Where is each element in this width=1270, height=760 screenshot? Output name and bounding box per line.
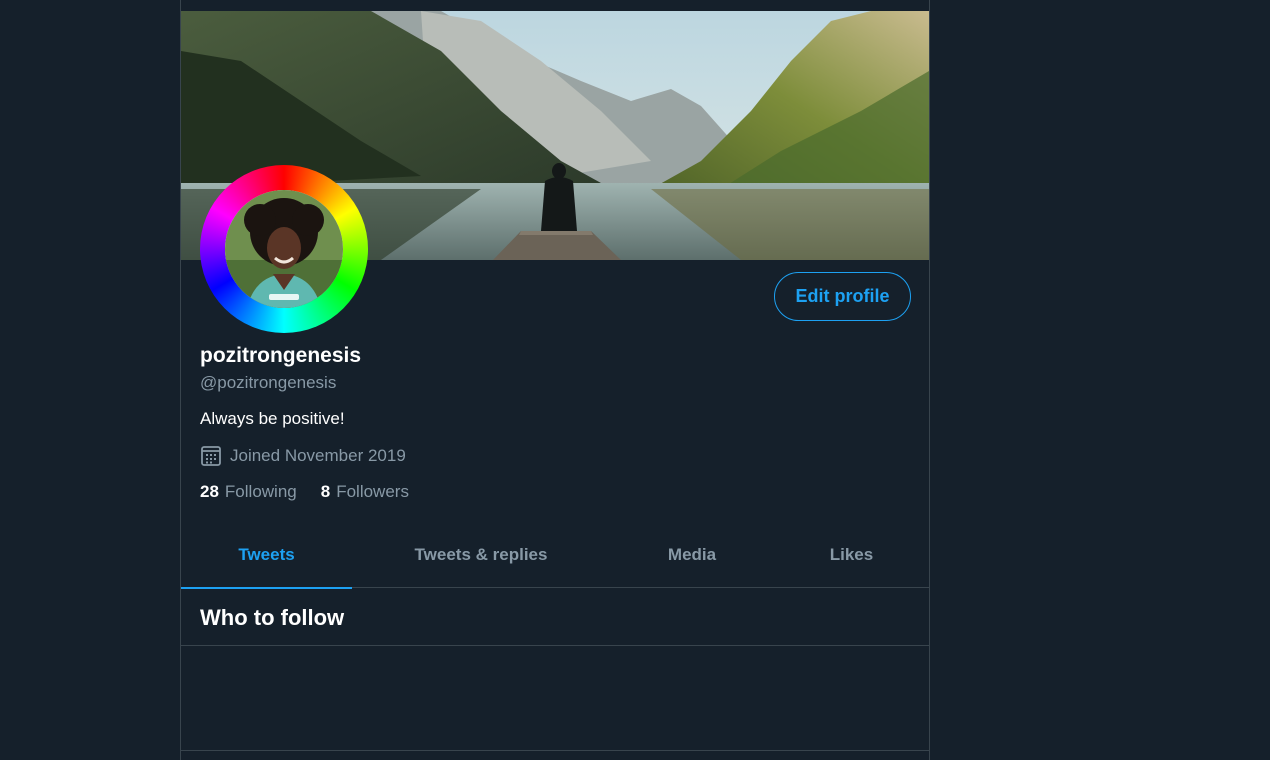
- calendar-icon: [200, 445, 222, 467]
- following-link[interactable]: 28 Following: [200, 482, 297, 502]
- profile-bio: Always be positive!: [200, 409, 345, 428]
- tab-likes[interactable]: Likes: [774, 521, 929, 588]
- who-to-follow-header: Who to follow: [181, 589, 929, 646]
- top-strip: [181, 0, 929, 11]
- followers-label: Followers: [336, 482, 409, 501]
- joined-date: Joined November 2019: [200, 445, 406, 467]
- followers-link[interactable]: 8 Followers: [321, 482, 409, 502]
- tab-tweets[interactable]: Tweets: [181, 521, 352, 589]
- display-name: pozitrongenesis: [200, 344, 362, 367]
- who-to-follow-list: [181, 646, 929, 751]
- profile-tabs: Tweets Tweets & replies Media Likes: [181, 521, 929, 589]
- avatar-photo: [225, 190, 343, 308]
- tab-media[interactable]: Media: [610, 521, 774, 588]
- followers-count: 8: [320, 482, 331, 501]
- who-to-follow-title: Who to follow: [200, 605, 345, 630]
- edit-profile-button[interactable]: Edit profile: [774, 272, 911, 321]
- profile-handle: @pozitrongenesis: [200, 373, 337, 392]
- tab-tweets-and-replies[interactable]: Tweets & replies: [352, 521, 610, 588]
- avatar[interactable]: [200, 165, 368, 333]
- joined-label: Joined November 2019: [230, 446, 406, 465]
- profile-column: Edit profile pozitrongenesis @pozitronge…: [180, 0, 930, 760]
- following-label: Following: [224, 482, 297, 501]
- following-count: 28: [200, 482, 219, 501]
- follow-stats: 28 Following 8 Followers: [200, 482, 433, 502]
